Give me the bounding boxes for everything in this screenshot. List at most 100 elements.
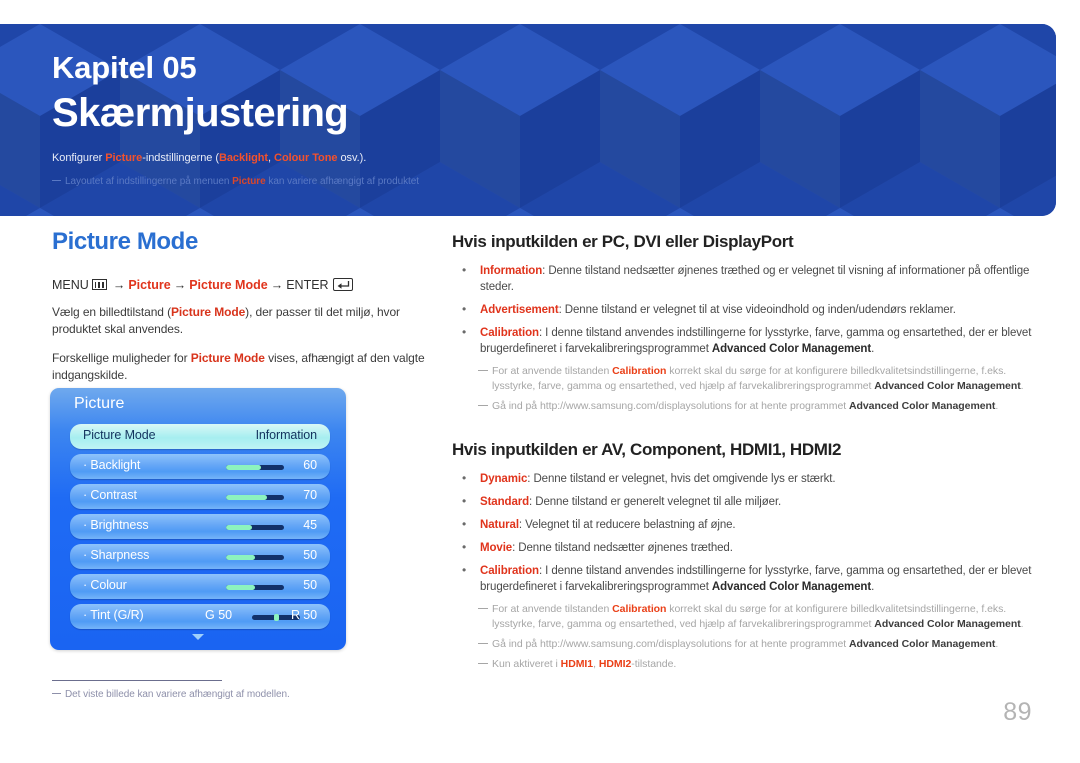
note-bold: Advanced Color Management bbox=[874, 618, 1021, 630]
footnote-dash-icon bbox=[52, 693, 61, 694]
osd-slider-track[interactable] bbox=[226, 555, 284, 560]
menu-icon bbox=[91, 279, 107, 290]
note-post: . bbox=[1020, 618, 1024, 630]
osd-row[interactable]: · Sharpness 50 bbox=[70, 544, 330, 569]
note-bold: Advanced Color Management bbox=[874, 380, 1021, 392]
banner-desc-suffix: osv.). bbox=[337, 152, 367, 164]
note-item: Gå ind på http://www.samsung.com/display… bbox=[452, 637, 1032, 652]
banner-note: Layoutet af indstillingerne på menuen Pi… bbox=[52, 176, 419, 187]
osd-row-label: · Backlight bbox=[83, 458, 141, 472]
left-column: Picture Mode MENU → Picture → Picture Mode → E… bbox=[52, 228, 432, 396]
note-item: For at anvende tilstanden Calibration ko… bbox=[452, 364, 1032, 394]
osd-slider-fill bbox=[226, 585, 255, 590]
osd-row-value: 50 bbox=[303, 548, 317, 562]
note-item: Kun aktiveret i HDMI1, HDMI2-tilstande. bbox=[452, 657, 1032, 672]
osd-row[interactable]: · Backlight 60 bbox=[70, 454, 330, 479]
list-item: Movie: Denne tilstand nedsætter øjnenes … bbox=[452, 539, 1032, 556]
osd-row[interactable]: · Brightness 45 bbox=[70, 514, 330, 539]
footnote-text: Det viste billede kan variere afhængigt … bbox=[65, 689, 290, 700]
bullet-term: Natural bbox=[480, 519, 519, 531]
bullet-text: : Denne tilstand nedsætter øjnenes træth… bbox=[512, 542, 733, 554]
osd-row-list: Picture Mode Information · Backlight 60 · Co… bbox=[70, 424, 330, 634]
osd-row-value: 70 bbox=[303, 488, 317, 502]
note-pre: Gå ind på http://www.samsung.com/display… bbox=[492, 400, 849, 412]
bullet-term: Dynamic bbox=[480, 473, 528, 485]
note-term: Calibration bbox=[612, 365, 667, 377]
osd-row-label: Picture Mode bbox=[83, 428, 156, 442]
enter-label: ENTER bbox=[286, 278, 329, 292]
arrow-icon-2: → bbox=[173, 278, 187, 292]
osd-slider-track[interactable] bbox=[226, 465, 284, 470]
banner-description: Konfigurer Picture-indstillingerne (Back… bbox=[52, 152, 366, 164]
bullet-text: : Velegnet til at reducere belastning af… bbox=[518, 519, 736, 531]
intro-paragraph-2: Forskellige muligheder for Picture Mode … bbox=[52, 350, 432, 384]
page-number: 89 bbox=[1003, 698, 1032, 726]
menu-step-picture: Picture bbox=[128, 278, 171, 292]
banner-note-suffix: kan variere afhængigt af produktet bbox=[265, 176, 420, 187]
note-term: HDMI1 bbox=[560, 658, 594, 670]
osd-row[interactable]: · Contrast 70 bbox=[70, 484, 330, 509]
osd-slider-fill bbox=[226, 555, 255, 560]
banner-note-hl: Picture bbox=[232, 176, 266, 187]
chapter-title: Skærmjustering bbox=[52, 91, 349, 135]
arrow-icon-1: → bbox=[112, 278, 126, 292]
bullet-term: Calibration bbox=[480, 327, 539, 339]
banner-desc-hl-backlight: Backlight bbox=[218, 152, 269, 164]
section2-bullets: Dynamic: Denne tilstand er velegnet, hvi… bbox=[452, 470, 1032, 595]
list-item: Advertisement: Denne tilstand er velegne… bbox=[452, 301, 1032, 318]
arrow-icon-3: → bbox=[270, 278, 284, 292]
note-term-2: HDMI2 bbox=[598, 658, 632, 670]
bullet-term: Information bbox=[480, 265, 543, 277]
bullet-text: : Denne tilstand er velegnet til at vise… bbox=[558, 304, 956, 316]
note-post: . bbox=[1020, 380, 1024, 392]
chapter-label: Kapitel 05 bbox=[52, 50, 197, 85]
osd-row-value: 60 bbox=[303, 458, 317, 472]
osd-slider-fill bbox=[226, 465, 261, 470]
osd-tint-green-value: G 50 bbox=[205, 608, 233, 622]
bullet-text: : Denne tilstand nedsætter øjnenes træth… bbox=[480, 265, 1030, 293]
list-item: Calibration: I denne tilstand anvendes i… bbox=[452, 562, 1032, 595]
bullet-term: Advertisement bbox=[480, 304, 559, 316]
banner-desc-hl-colourtone: Colour Tone bbox=[274, 152, 338, 164]
list-item: Information: Denne tilstand nedsætter øj… bbox=[452, 262, 1032, 295]
chevron-down-icon[interactable] bbox=[192, 634, 204, 640]
osd-picture-menu[interactable]: Picture Picture Mode Information · Backlig… bbox=[50, 388, 346, 650]
osd-slider-track[interactable] bbox=[226, 585, 284, 590]
section1-bullets: Information: Denne tilstand nedsætter øj… bbox=[452, 262, 1032, 357]
osd-row[interactable]: · Colour 50 bbox=[70, 574, 330, 599]
para1-term: Picture Mode bbox=[171, 305, 246, 319]
osd-tint-slider-thumb bbox=[273, 614, 279, 621]
note-item: For at anvende tilstanden Calibration ko… bbox=[452, 602, 1032, 632]
bullet-bold-tail: Advanced Color Management bbox=[711, 581, 872, 593]
osd-row[interactable]: Picture Mode Information bbox=[70, 424, 330, 449]
bullet-term: Standard bbox=[480, 496, 530, 508]
osd-row[interactable]: · Tint (G/R) G 50 R 50 bbox=[70, 604, 330, 629]
osd-slider-track[interactable] bbox=[226, 495, 284, 500]
note-pre: For at anvende tilstanden bbox=[492, 603, 613, 615]
bullet-tail: . bbox=[871, 343, 875, 355]
bullet-text: : Denne tilstand er velegnet, hvis det o… bbox=[527, 473, 836, 485]
osd-row-value: 50 bbox=[303, 578, 317, 592]
menu-path-breadcrumb: MENU → Picture → Picture Mode → ENTER bbox=[52, 278, 432, 292]
osd-row-value: Information bbox=[255, 428, 318, 442]
section2-title: Hvis inputkilden er AV, Component, HDMI1… bbox=[452, 440, 842, 459]
osd-row-label: · Tint (G/R) bbox=[83, 608, 144, 622]
para1-a: Vælg en billedtilstand ( bbox=[52, 305, 172, 319]
intro-paragraph-1: Vælg en billedtilstand (Picture Mode), d… bbox=[52, 304, 432, 338]
osd-slider-fill bbox=[226, 495, 267, 500]
osd-row-label: · Contrast bbox=[83, 488, 137, 502]
left-footnote: Det viste billede kan variere afhængigt … bbox=[52, 680, 352, 700]
banner-note-prefix: Layoutet af indstillingerne på menuen bbox=[65, 176, 233, 187]
bullet-text: : Denne tilstand er generelt velegnet ti… bbox=[529, 496, 782, 508]
page-title: Picture Mode bbox=[52, 228, 198, 255]
section2-notes: For at anvende tilstanden Calibration ko… bbox=[452, 602, 1032, 672]
list-item: Dynamic: Denne tilstand er velegnet, hvi… bbox=[452, 470, 1032, 487]
bullet-bold-tail: Advanced Color Management bbox=[711, 343, 872, 355]
osd-row-value: R 50 bbox=[290, 608, 317, 622]
list-item: Standard: Denne tilstand er generelt vel… bbox=[452, 493, 1032, 510]
note-term: Calibration bbox=[612, 603, 667, 615]
menu-label: MENU bbox=[52, 278, 89, 292]
osd-title: Picture bbox=[74, 395, 125, 412]
osd-slider-track[interactable] bbox=[226, 525, 284, 530]
note-dash-icon bbox=[52, 180, 61, 181]
